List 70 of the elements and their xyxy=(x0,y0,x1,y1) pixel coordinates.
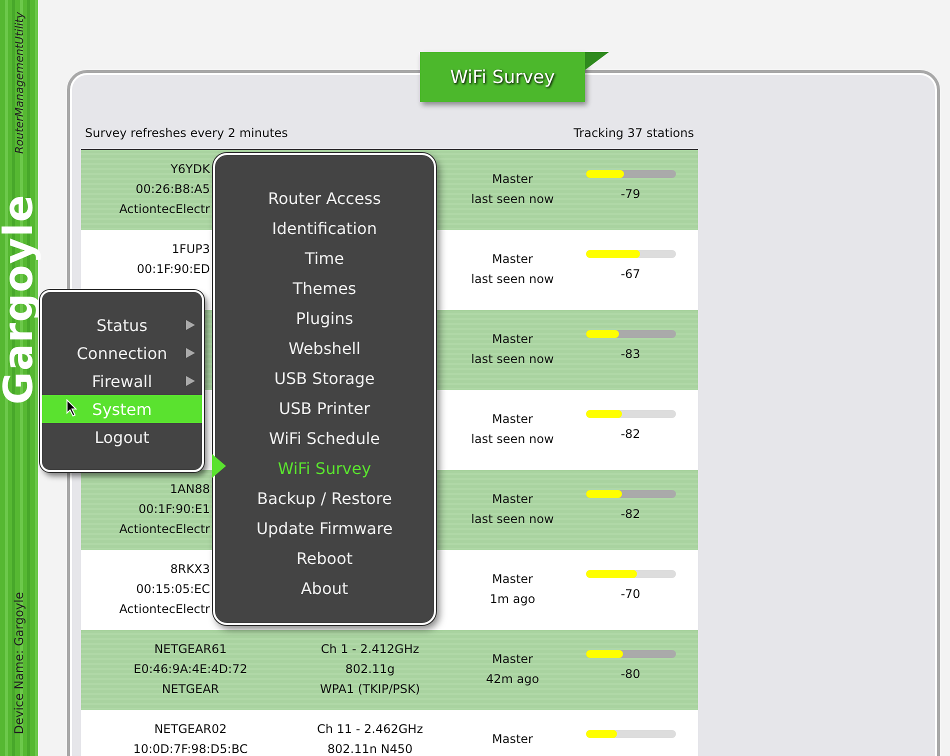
station-channel: Ch 11 - 2.462GHz xyxy=(316,721,423,737)
station-ssid: NETGEAR02 xyxy=(154,721,227,737)
submenu-item[interactable]: USB Storage xyxy=(268,363,381,393)
station-vendor: NETGEAR xyxy=(162,681,220,697)
station-vendor: ActiontecElectr xyxy=(119,521,210,537)
station-security: WPA1 (TKIP/PSK) xyxy=(320,681,420,697)
signal-strength: -82 xyxy=(620,426,640,442)
station-role: Master xyxy=(492,571,533,587)
station-role: Master xyxy=(492,411,533,427)
last-seen: last seen now xyxy=(471,191,554,207)
station-ssid: 8RKX3 xyxy=(170,561,210,577)
submenu-item[interactable]: USB Printer xyxy=(272,393,376,423)
submenu-item[interactable]: Update Firmware xyxy=(250,513,399,543)
station-vendor: ActiontecElectr xyxy=(119,201,210,217)
submenu-item[interactable]: About xyxy=(294,573,354,603)
fold-icon xyxy=(585,52,609,70)
signal-strength: -80 xyxy=(620,666,640,682)
station-ssid: 1FUP3 xyxy=(172,241,210,257)
station-role: Master xyxy=(492,491,533,507)
menu-item[interactable]: Status xyxy=(42,311,202,339)
station-role: Master xyxy=(492,651,533,667)
submenu-item[interactable]: WiFi Survey xyxy=(272,453,378,483)
station-ssid: Y6YDK xyxy=(170,161,210,177)
station-mac: E0:46:9A:4E:4D:72 xyxy=(134,661,248,677)
pointer-icon xyxy=(212,454,226,478)
station-count: Tracking 37 stations xyxy=(574,126,694,140)
device-name: Device Name: Gargoyle xyxy=(12,592,26,734)
tagline: RouterManagementUtility xyxy=(12,12,26,154)
station-role: Master xyxy=(492,331,533,347)
station-role: Master xyxy=(492,171,533,187)
station-ssid: NETGEAR61 xyxy=(154,641,227,657)
submenu-item[interactable]: Webshell xyxy=(282,333,367,363)
submenu-item[interactable]: Identification xyxy=(266,213,383,243)
station-mac: 00:1F:90:ED xyxy=(136,261,210,277)
submenu-item[interactable]: Time xyxy=(298,243,350,273)
signal-strength: -79 xyxy=(620,186,640,202)
submenu-item[interactable]: Plugins xyxy=(290,303,360,333)
menu-item[interactable]: Connection xyxy=(42,339,202,367)
last-seen: 1m ago xyxy=(490,591,536,607)
signal-strength: -70 xyxy=(620,586,640,602)
submenu-item[interactable]: Themes xyxy=(286,273,362,303)
last-seen: last seen now xyxy=(471,511,554,527)
station-mode: 802.11n N450 xyxy=(327,741,413,756)
menu-item[interactable]: Firewall xyxy=(42,367,202,395)
last-seen: 42m ago xyxy=(486,671,540,687)
signal-strength: -67 xyxy=(620,266,640,282)
submenu-item[interactable]: Router Access xyxy=(262,183,387,213)
signal-strength: -83 xyxy=(620,346,640,362)
last-seen: last seen now xyxy=(471,351,554,367)
logo: Gargoyle xyxy=(0,194,42,404)
station-mac: 00:15:05:EC xyxy=(136,581,210,597)
menu-item[interactable]: Logout xyxy=(42,423,202,451)
station-mac: 10:0D:7F:98:D5:BC xyxy=(133,741,248,756)
page-title: WiFi Survey xyxy=(420,52,585,102)
station-mac: 00:1F:90:E1 xyxy=(138,501,210,517)
submenu-item[interactable]: WiFi Schedule xyxy=(262,423,386,453)
last-seen: last seen now xyxy=(471,431,554,447)
station-channel: Ch 1 - 2.412GHz xyxy=(320,641,420,657)
cursor-icon xyxy=(66,399,78,417)
submenu-item[interactable]: Backup / Restore xyxy=(251,483,398,513)
submenu-item[interactable]: Reboot xyxy=(290,543,359,573)
station-ssid: 1AN88 xyxy=(170,481,210,497)
last-seen: last seen now xyxy=(471,271,554,287)
station-vendor: ActiontecElectr xyxy=(119,601,210,617)
signal-strength: -82 xyxy=(620,506,640,522)
station-role: Master xyxy=(492,731,533,747)
station-mode: 802.11g xyxy=(345,661,395,677)
station-mac: 00:26:B8:A5 xyxy=(136,181,210,197)
station-role: Master xyxy=(492,251,533,267)
refresh-note: Survey refreshes every 2 minutes xyxy=(85,126,288,140)
